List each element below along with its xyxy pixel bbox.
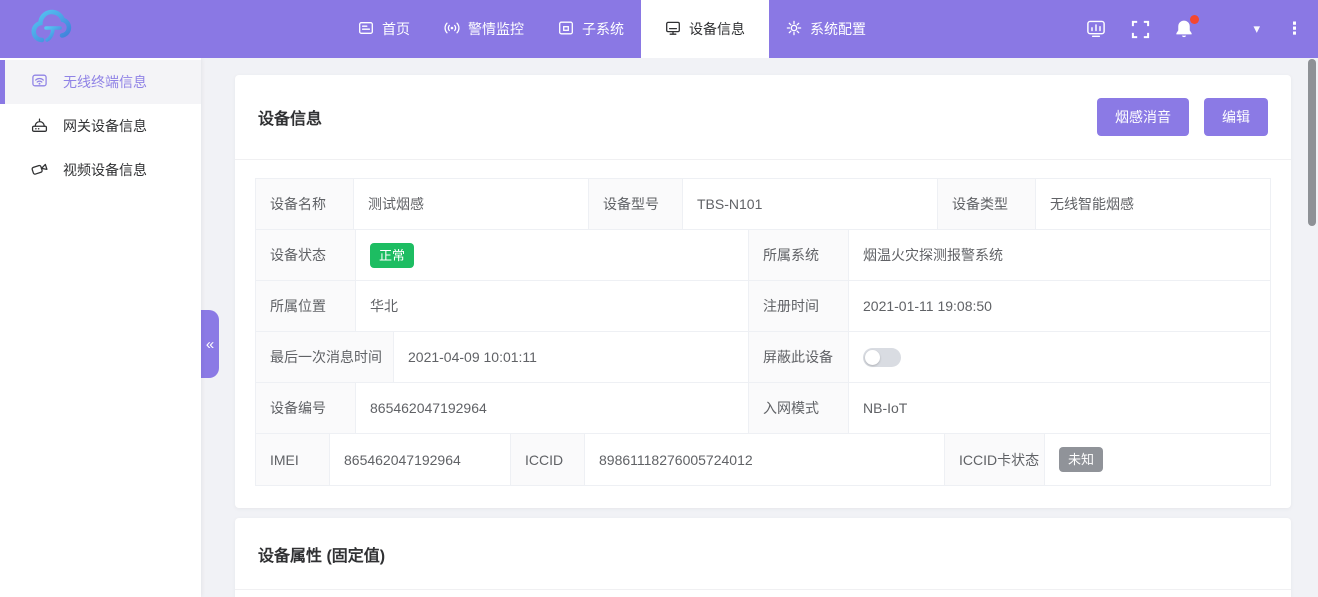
- table-row: 所属位置 华北 注册时间 2021-01-11 19:08:50: [256, 281, 1270, 332]
- field-value: NB-IoT: [849, 383, 1270, 433]
- home-screen-icon: [358, 20, 374, 39]
- field-label: 所属位置: [256, 281, 356, 331]
- table-row: 设备名称 测试烟感 设备型号 TBS-N101 设备类型 无线智能烟感: [256, 179, 1270, 230]
- sidebar-item-video-device[interactable]: 视频设备信息: [0, 148, 201, 192]
- field-label: 设备编号: [256, 383, 356, 433]
- nav-item-device-info[interactable]: 设备信息: [641, 0, 769, 58]
- field-value: TBS-N101: [683, 179, 938, 229]
- status-badge: 正常: [370, 243, 414, 268]
- sidebar-item-wireless-terminal[interactable]: 无线终端信息: [0, 60, 201, 104]
- field-value: 89861118276005724012: [585, 434, 945, 485]
- nav-item-alarm-monitor[interactable]: 警情监控: [427, 0, 541, 58]
- field-value: 2021-01-11 19:08:50: [849, 281, 1270, 331]
- sidebar-item-gateway-device[interactable]: 网关设备信息: [0, 104, 201, 148]
- notification-dot: [1190, 15, 1199, 24]
- nav-item-subsystem[interactable]: 子系统: [541, 0, 641, 58]
- user-dropdown-caret-icon[interactable]: ▾: [1253, 21, 1260, 37]
- table-row: 设备状态 正常 所属系统 烟温火灾探测报警系统: [256, 230, 1270, 281]
- sidebar: 无线终端信息 网关设备信息 视频设备信息: [0, 58, 201, 597]
- field-value: 865462047192964: [330, 434, 511, 485]
- edit-button[interactable]: 编辑: [1204, 98, 1268, 136]
- field-label: ICCID: [511, 434, 585, 485]
- page-title: 设备信息: [258, 105, 322, 129]
- field-value: 865462047192964: [356, 383, 749, 433]
- page-scrollbar: [1308, 58, 1317, 597]
- attributes-card-header: 设备属性 (固定值): [235, 518, 1291, 590]
- table-row: 最后一次消息时间 2021-04-09 10:01:11 屏蔽此设备: [256, 332, 1270, 383]
- block-device-toggle[interactable]: [863, 348, 901, 367]
- toggle-knob: [865, 350, 880, 365]
- table-row: IMEI 865462047192964 ICCID 8986111827600…: [256, 434, 1270, 485]
- field-value: 烟温火灾探测报警系统: [849, 230, 1270, 280]
- nav-label: 设备信息: [689, 19, 745, 39]
- wireless-terminal-icon: [31, 72, 48, 92]
- sidebar-item-label: 网关设备信息: [63, 116, 147, 136]
- app-logo[interactable]: [26, 7, 88, 51]
- field-label: 设备名称: [256, 179, 354, 229]
- field-label: 设备状态: [256, 230, 356, 280]
- field-label: 屏蔽此设备: [749, 332, 849, 382]
- scrollbar-thumb[interactable]: [1308, 59, 1316, 226]
- subsystem-window-icon: [558, 20, 574, 39]
- header-buttons: 烟感消音 编辑: [1097, 98, 1268, 136]
- sidebar-item-label: 视频设备信息: [63, 160, 147, 180]
- gateway-router-icon: [31, 116, 48, 136]
- display-icon: [665, 20, 681, 39]
- app-root: 首页 警情监控 子系统 设备信息: [0, 0, 1318, 597]
- field-label: 入网模式: [749, 383, 849, 433]
- nav-item-system-config[interactable]: 系统配置: [769, 0, 883, 58]
- gear-icon: [786, 20, 802, 39]
- main-nav: 首页 警情监控 子系统 设备信息: [341, 0, 883, 58]
- notification-bell-icon[interactable]: [1173, 18, 1195, 40]
- more-options-kebab-icon[interactable]: ⋮: [1286, 19, 1304, 39]
- nav-item-home[interactable]: 首页: [341, 0, 427, 58]
- nav-label: 子系统: [582, 19, 624, 39]
- navbar-actions: ▾ ⋮: [1085, 18, 1304, 40]
- field-value: 华北: [356, 281, 749, 331]
- field-label: ICCID卡状态: [945, 434, 1045, 485]
- table-row: 设备编号 865462047192964 入网模式 NB-IoT: [256, 383, 1270, 434]
- smoke-mute-button[interactable]: 烟感消音: [1097, 98, 1189, 136]
- nav-label: 系统配置: [810, 19, 866, 39]
- field-label: IMEI: [256, 434, 330, 485]
- fullscreen-icon[interactable]: [1129, 18, 1151, 40]
- field-label: 最后一次消息时间: [256, 332, 394, 382]
- field-label: 所属系统: [749, 230, 849, 280]
- nav-label: 警情监控: [468, 19, 524, 39]
- top-navbar: 首页 警情监控 子系统 设备信息: [0, 0, 1318, 58]
- field-value: [849, 332, 1270, 382]
- field-value: 未知: [1045, 434, 1270, 485]
- field-value: 无线智能烟感: [1036, 179, 1270, 229]
- device-attributes-card: 设备属性 (固定值): [235, 518, 1291, 597]
- cloud-logo-icon: [26, 6, 84, 53]
- field-label: 设备型号: [589, 179, 683, 229]
- broadcast-icon: [444, 20, 460, 39]
- device-info-card: 设备信息 烟感消音 编辑 设备名称 测试烟感 设备型号 TBS-N101 设备类…: [235, 75, 1291, 508]
- device-card-header: 设备信息 烟感消音 编辑: [235, 75, 1291, 160]
- video-camera-icon: [31, 160, 48, 180]
- field-label: 设备类型: [938, 179, 1036, 229]
- dashboard-chart-icon[interactable]: [1085, 18, 1107, 40]
- field-value: 正常: [356, 230, 749, 280]
- attributes-title: 设备属性 (固定值): [258, 542, 385, 566]
- iccid-status-badge: 未知: [1059, 447, 1103, 472]
- nav-label: 首页: [382, 19, 410, 39]
- sidebar-collapse-button[interactable]: «: [201, 310, 219, 378]
- sidebar-item-label: 无线终端信息: [63, 72, 147, 92]
- field-value: 测试烟感: [354, 179, 589, 229]
- device-info-table: 设备名称 测试烟感 设备型号 TBS-N101 设备类型 无线智能烟感 设备状态…: [255, 178, 1271, 486]
- field-value: 2021-04-09 10:01:11: [394, 332, 749, 382]
- field-label: 注册时间: [749, 281, 849, 331]
